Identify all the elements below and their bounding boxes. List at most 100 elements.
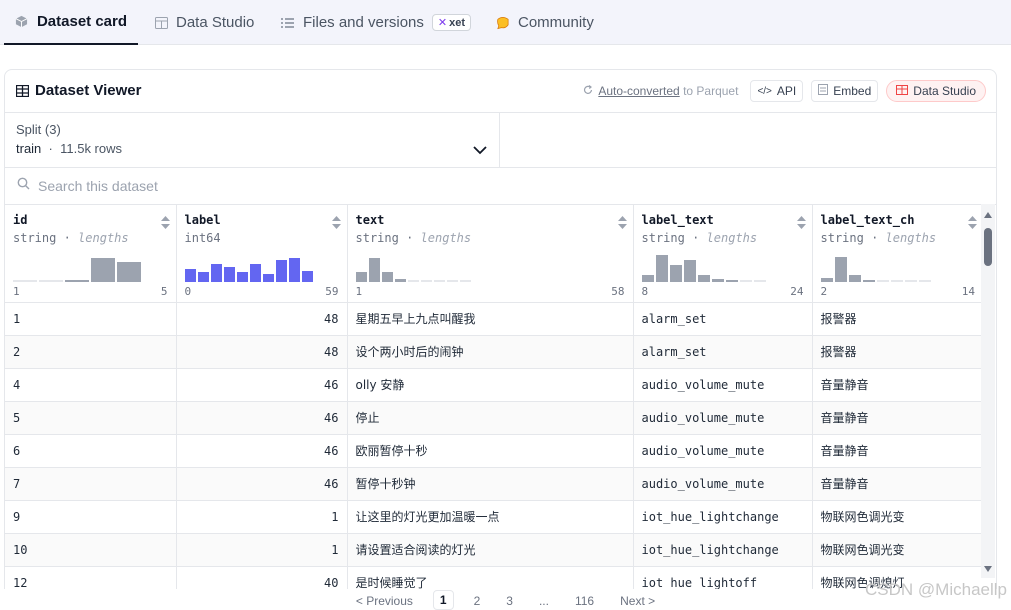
histogram-bar[interactable]: [301, 270, 313, 282]
histogram-bar[interactable]: [355, 271, 367, 282]
api-button[interactable]: </> API: [750, 80, 804, 102]
tab-files-and-versions[interactable]: Files and versions ✕ xet: [281, 0, 472, 45]
histogram-bar[interactable]: [13, 279, 37, 282]
histogram-bar[interactable]: [117, 261, 141, 282]
cell-label-text-ch[interactable]: 报警器: [812, 335, 983, 369]
auto-converted-link[interactable]: Auto-converted: [598, 84, 679, 98]
histogram-bar[interactable]: [711, 278, 724, 282]
cell-label[interactable]: 1: [176, 500, 348, 534]
cell-label[interactable]: 1: [176, 533, 348, 567]
cell-label-text[interactable]: audio_volume_mute: [633, 467, 813, 501]
sort-icon[interactable]: [796, 214, 806, 233]
table-row[interactable]: 7 46 暂停十秒钟 audio_volume_mute 音量静音: [5, 467, 983, 501]
histogram-bar[interactable]: [407, 279, 419, 282]
histogram-bar[interactable]: [834, 256, 847, 282]
cell-text[interactable]: 暂停十秒钟: [347, 467, 634, 501]
column-header-label[interactable]: label int64 0 59: [176, 205, 348, 303]
next-page-link[interactable]: Next >: [614, 592, 661, 610]
table-scrollbar[interactable]: [981, 204, 995, 578]
histogram-bar[interactable]: [288, 257, 300, 282]
cell-label-text-ch[interactable]: 报警器: [812, 302, 983, 336]
cell-label-text-ch[interactable]: 音量静音: [812, 434, 983, 468]
cell-label-text-ch[interactable]: 音量静音: [812, 368, 983, 402]
sort-icon[interactable]: [331, 214, 341, 233]
histogram-bar[interactable]: [697, 274, 710, 282]
scrollbar-thumb[interactable]: [984, 228, 992, 266]
histogram-bar[interactable]: [210, 263, 222, 282]
data-studio-button[interactable]: Data Studio: [886, 80, 986, 102]
histogram-bar[interactable]: [459, 279, 471, 282]
cell-text[interactable]: 让这里的灯光更加温暖一点: [347, 500, 634, 534]
scroll-down-arrow-icon[interactable]: [984, 566, 992, 572]
cell-label[interactable]: 46: [176, 368, 348, 402]
cell-id[interactable]: 5: [5, 401, 177, 435]
cell-text[interactable]: 停止: [347, 401, 634, 435]
table-row[interactable]: 1 48 星期五早上九点叫醒我 alarm_set 报警器: [5, 302, 983, 336]
histogram-bar[interactable]: [368, 257, 380, 282]
column-header-label-text-ch[interactable]: label_text_ch string · lengths 2 14: [812, 205, 983, 303]
search-input[interactable]: [38, 178, 438, 194]
cell-label-text-ch[interactable]: 音量静音: [812, 467, 983, 501]
cell-label-text[interactable]: audio_volume_mute: [633, 368, 813, 402]
histogram-bar[interactable]: [876, 279, 889, 282]
sort-icon[interactable]: [617, 214, 627, 233]
column-header-id[interactable]: id string · lengths 1 5: [5, 205, 177, 303]
cell-label[interactable]: 48: [176, 302, 348, 336]
histogram-bar[interactable]: [848, 274, 861, 282]
histogram-bar[interactable]: [446, 279, 458, 282]
histogram-bar[interactable]: [249, 263, 261, 282]
cell-label[interactable]: 46: [176, 467, 348, 501]
histogram-bar[interactable]: [262, 273, 274, 282]
table-row[interactable]: 9 1 让这里的灯光更加温暖一点 iot_hue_lightchange 物联网色调光变: [5, 500, 983, 534]
cell-label-text-ch[interactable]: 物联网色调光变: [812, 500, 983, 534]
histogram-bar[interactable]: [433, 279, 445, 282]
page-3[interactable]: 3: [500, 592, 519, 610]
cell-label-text[interactable]: alarm_set: [633, 302, 813, 336]
histogram-bar[interactable]: [890, 279, 903, 282]
cell-id[interactable]: 1: [5, 302, 177, 336]
table-row[interactable]: 2 48 设个两小时后的闹钟 alarm_set 报警器: [5, 335, 983, 369]
histogram-bar[interactable]: [683, 259, 696, 282]
previous-page-link[interactable]: < Previous: [350, 592, 419, 610]
table-row[interactable]: 4 46 olly 安静 audio_volume_mute 音量静音: [5, 368, 983, 402]
histogram-bar[interactable]: [236, 271, 248, 282]
column-header-label-text[interactable]: label_text string · lengths 8 24: [633, 205, 813, 303]
histogram-bar[interactable]: [420, 279, 432, 282]
histogram-bar[interactable]: [739, 279, 752, 282]
histogram-bar[interactable]: [394, 278, 406, 282]
page-last[interactable]: 116: [569, 592, 600, 610]
page-1[interactable]: 1: [432, 590, 454, 610]
split-selector[interactable]: Split (3) train · 11.5k rows: [5, 113, 500, 167]
histogram-bar[interactable]: [725, 279, 738, 282]
tab-dataset-card[interactable]: Dataset card: [4, 0, 138, 45]
cell-id[interactable]: 6: [5, 434, 177, 468]
histogram-bar[interactable]: [753, 279, 766, 282]
table-row[interactable]: 10 1 请设置适合阅读的灯光 iot_hue_lightchange 物联网色调光变: [5, 533, 983, 567]
cell-label-text[interactable]: iot_hue_lightchange: [633, 500, 813, 534]
cell-label[interactable]: 46: [176, 434, 348, 468]
table-row[interactable]: 6 46 欧丽暂停十秒 audio_volume_mute 音量静音: [5, 434, 983, 468]
table-row[interactable]: 5 46 停止 audio_volume_mute 音量静音: [5, 401, 983, 435]
histogram-bar[interactable]: [641, 274, 654, 282]
cell-text[interactable]: 设个两小时后的闹钟: [347, 335, 634, 369]
histogram-bar[interactable]: [381, 271, 393, 282]
cell-label-text[interactable]: alarm_set: [633, 335, 813, 369]
cell-label-text[interactable]: audio_volume_mute: [633, 401, 813, 435]
tab-data-studio[interactable]: Data Studio: [154, 0, 254, 45]
cell-label[interactable]: 46: [176, 401, 348, 435]
page-2[interactable]: 2: [468, 592, 487, 610]
cell-label-text[interactable]: audio_volume_mute: [633, 434, 813, 468]
histogram-bar[interactable]: [820, 277, 833, 282]
histogram-bar[interactable]: [275, 259, 287, 282]
histogram-bar[interactable]: [655, 254, 668, 282]
cell-label-text-ch[interactable]: 物联网色调光变: [812, 533, 983, 567]
cell-id[interactable]: 2: [5, 335, 177, 369]
histogram-bar[interactable]: [91, 257, 115, 282]
sort-icon[interactable]: [968, 214, 977, 233]
cell-id[interactable]: 7: [5, 467, 177, 501]
histogram-bar[interactable]: [39, 279, 63, 282]
cell-label-text[interactable]: iot_hue_lightchange: [633, 533, 813, 567]
histogram-bar[interactable]: [918, 279, 931, 282]
histogram-bar[interactable]: [862, 279, 875, 282]
histogram-bar[interactable]: [65, 279, 89, 282]
